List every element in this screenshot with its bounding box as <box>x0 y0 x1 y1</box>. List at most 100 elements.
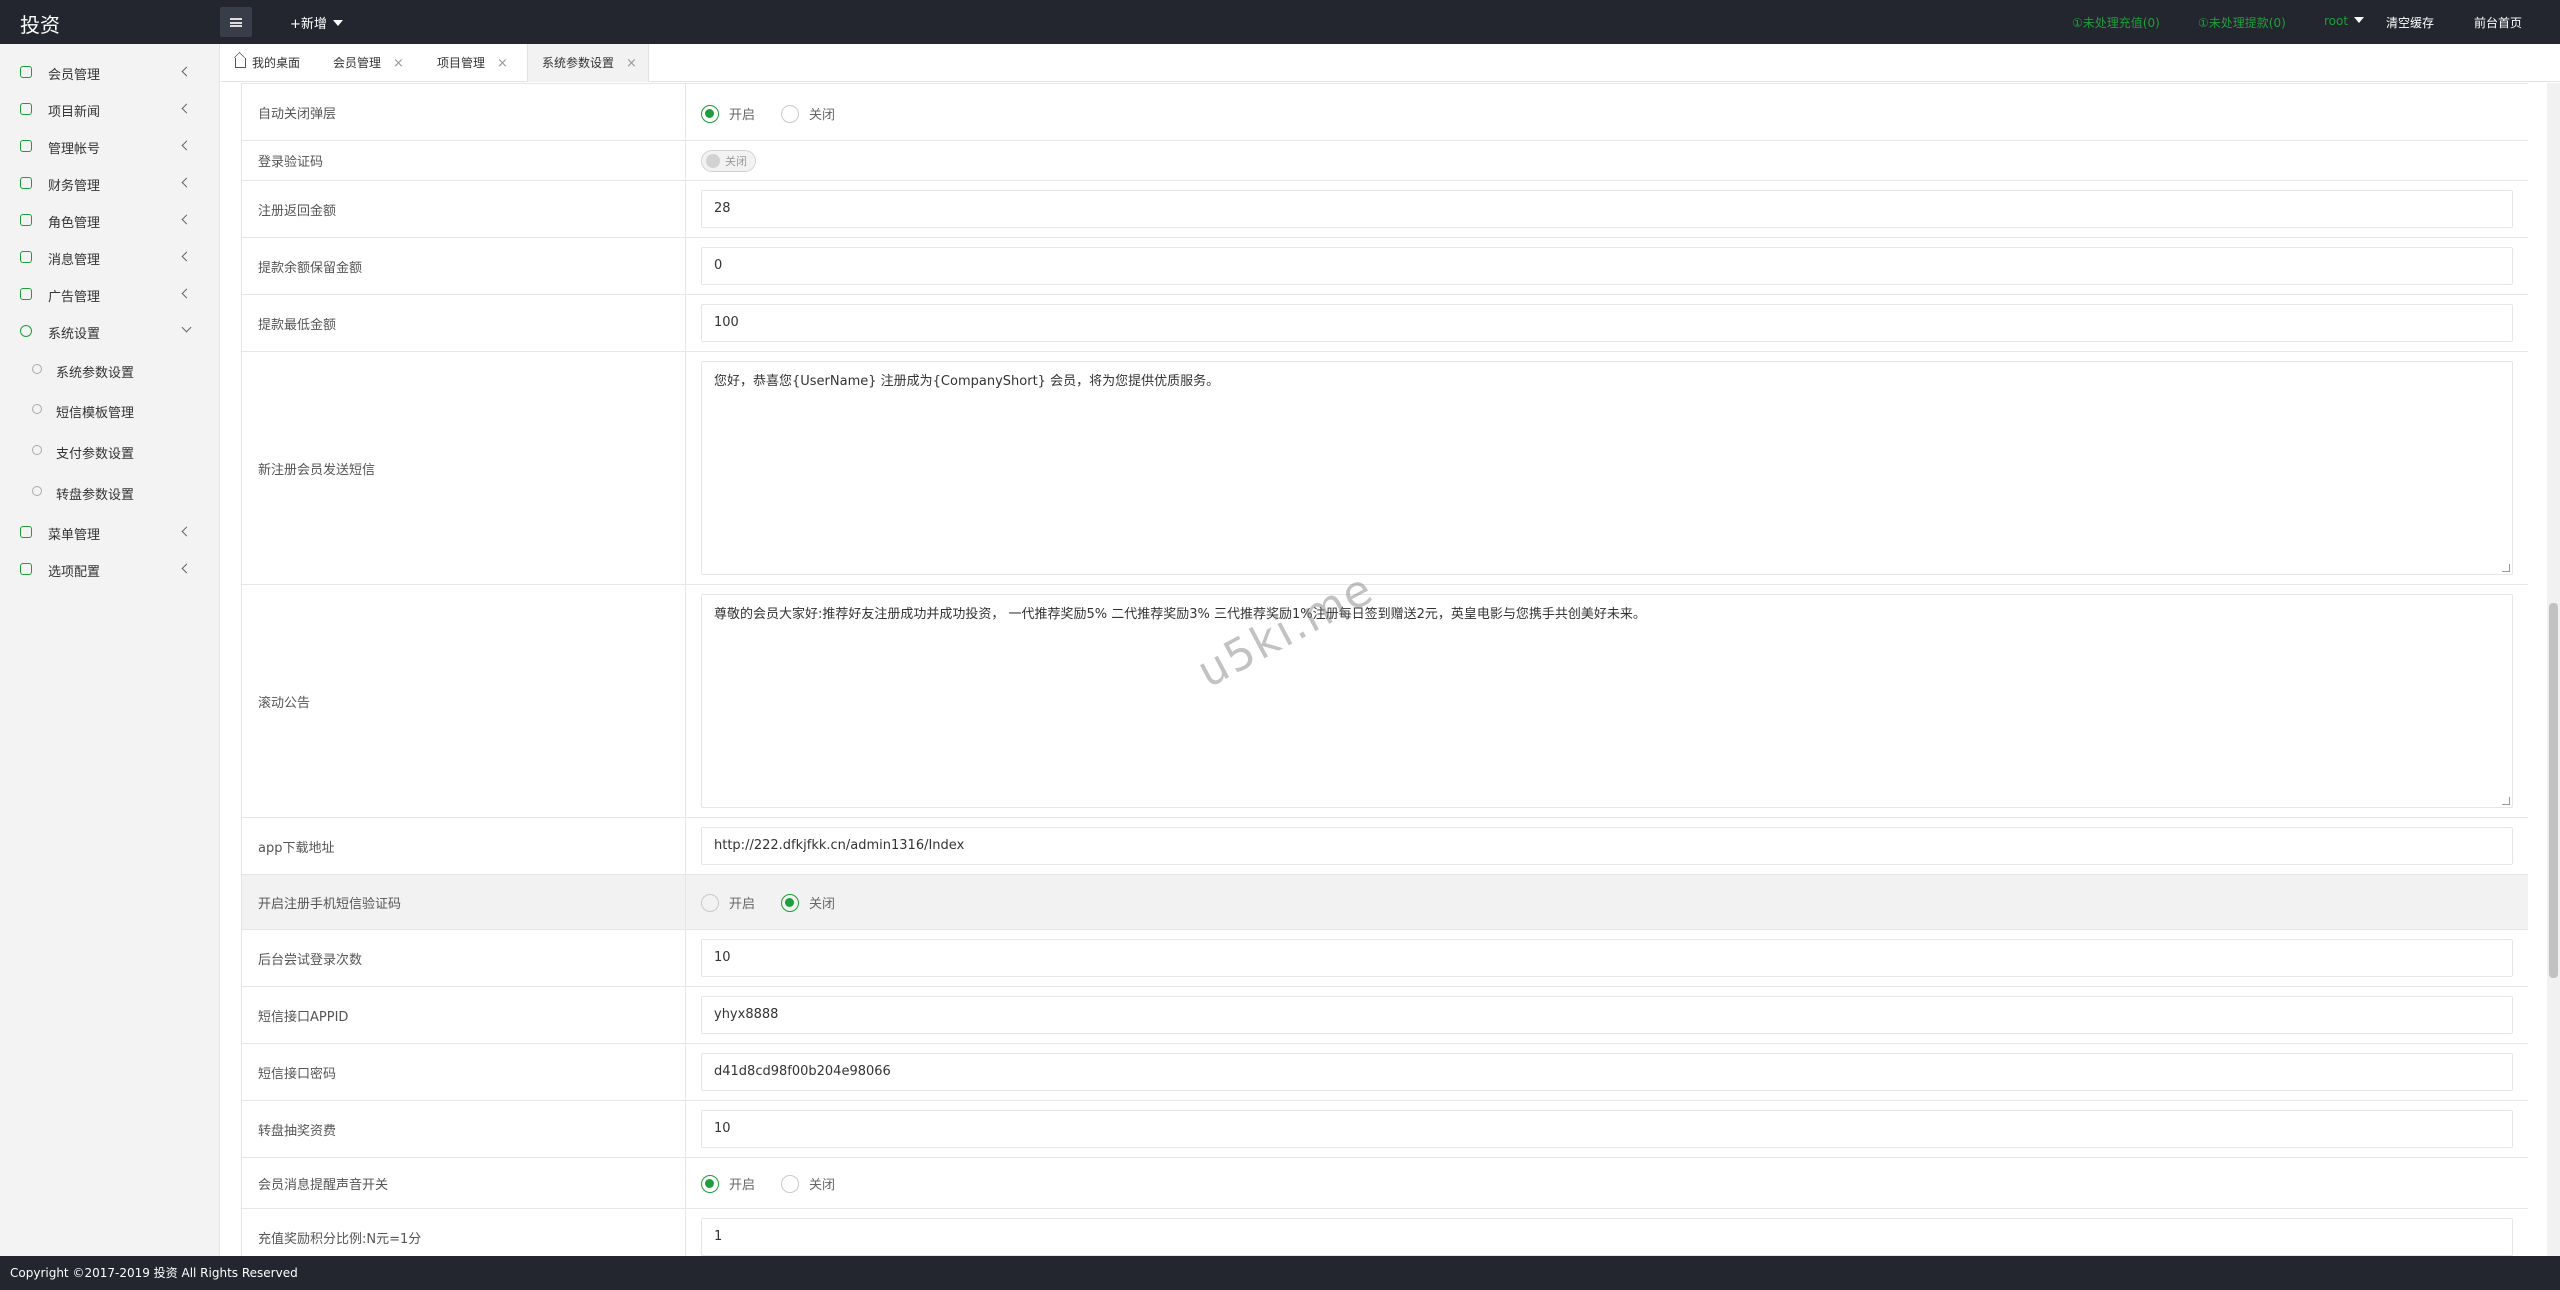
tab-members[interactable]: 会员管理 × <box>319 44 423 82</box>
field-label: 后台尝试登录次数 <box>241 930 686 986</box>
user-name: root <box>2324 14 2349 28</box>
field-label: 转盘抽奖资费 <box>241 1101 686 1157</box>
msg-sound-on-radio[interactable]: 开启 <box>701 1174 755 1193</box>
tab-projects[interactable]: 项目管理 × <box>423 44 527 82</box>
row-sms-appid: 短信接口APPID yhyx8888 <box>241 987 2528 1044</box>
switch-label: 关闭 <box>725 155 747 168</box>
login-captcha-switch[interactable]: 关闭 <box>701 150 756 172</box>
field-label: 开启注册手机短信验证码 <box>241 875 686 929</box>
withdraw-min-input[interactable]: 100 <box>701 304 2513 342</box>
lottery-fee-input[interactable]: 10 <box>701 1110 2513 1148</box>
msg-sound-off-radio[interactable]: 关闭 <box>781 1174 835 1193</box>
radio-checked-icon <box>701 1174 719 1193</box>
row-login-attempts: 后台尝试登录次数 10 <box>241 930 2528 987</box>
register-sms-verify-off-radio[interactable]: 关闭 <box>781 893 835 912</box>
sidebar-item-system[interactable]: 系统设置 <box>0 313 220 350</box>
resize-grip-icon[interactable] <box>2502 797 2510 805</box>
recharge-points-input[interactable]: 1 <box>701 1218 2513 1256</box>
user-menu[interactable]: root <box>2324 14 2365 28</box>
sidebar-sub-system-params[interactable]: 系统参数设置 <box>0 350 220 390</box>
sidebar-item-messages[interactable]: 消息管理 <box>0 239 220 276</box>
sidebar-item-label: 系统设置 <box>48 327 101 342</box>
content-scrollbar[interactable] <box>2547 83 2560 1256</box>
book-icon <box>20 103 32 115</box>
sms-password-input[interactable]: d41d8cd98f00b204e98066 <box>701 1053 2513 1091</box>
radio-unchecked-icon <box>781 104 800 123</box>
tools-icon <box>20 563 32 575</box>
register-bonus-input[interactable]: 28 <box>701 190 2513 228</box>
scrollbar-thumb[interactable] <box>2549 603 2558 978</box>
tab-system-params[interactable]: 系统参数设置 × <box>527 44 649 82</box>
sidebar-item-ads[interactable]: 广告管理 <box>0 276 220 313</box>
field-label: 短信接口APPID <box>241 987 686 1043</box>
sidebar-item-news[interactable]: 项目新闻 <box>0 91 220 128</box>
row-sms-password: 短信接口密码 d41d8cd98f00b204e98066 <box>241 1044 2528 1101</box>
sidebar-item-label: 财务管理 <box>48 179 101 194</box>
sidebar-sub-label: 支付参数设置 <box>56 447 135 462</box>
sidebar-item-menus[interactable]: 菜单管理 <box>0 514 220 551</box>
sidebar-sub-payment-params[interactable]: 支付参数设置 <box>0 431 220 471</box>
caret-down-icon <box>2354 17 2365 23</box>
field-label: 登录验证码 <box>241 141 686 180</box>
scroll-notice-textarea[interactable]: 尊敬的会员大家好:推荐好友注册成功并成功投资， 一代推荐奖励5% 二代推荐奖励3… <box>701 594 2513 808</box>
withdraw-reserve-input[interactable]: 0 <box>701 247 2513 285</box>
field-label: 短信接口密码 <box>241 1044 686 1100</box>
radio-unchecked-icon <box>781 1174 800 1193</box>
app-download-input[interactable]: http://222.dfkjfkk.cn/admin1316/Index <box>701 827 2513 865</box>
pending-withdraw-link[interactable]: ①未处理提款(0) <box>2198 14 2286 31</box>
clock-icon <box>32 486 42 496</box>
app-logo[interactable]: 投资 <box>20 9 60 38</box>
login-attempts-input[interactable]: 10 <box>701 939 2513 977</box>
sidebar-item-accounts[interactable]: 管理帐号 <box>0 128 220 165</box>
radio-label: 关闭 <box>809 1178 836 1193</box>
sidebar-sub-label: 短信模板管理 <box>56 406 135 421</box>
sidebar-item-finance[interactable]: 财务管理 <box>0 165 220 202</box>
chevron-left-icon <box>181 526 192 537</box>
close-icon[interactable]: × <box>497 56 508 71</box>
chevron-left-icon <box>181 140 192 151</box>
row-register-sms-verify: 开启注册手机短信验证码 开启 关闭 <box>241 875 2528 930</box>
grid-icon <box>20 526 32 538</box>
field-label: 充值奖励积分比例:N元=1分 <box>241 1209 686 1256</box>
circle-dot-icon <box>32 445 42 455</box>
auto-close-off-radio[interactable]: 关闭 <box>781 104 835 123</box>
shield-icon <box>20 214 32 226</box>
row-withdraw-min: 提款最低金额 100 <box>241 295 2528 352</box>
field-label: 自动关闭弹层 <box>241 84 686 140</box>
clear-cache-link[interactable]: 清空缓存 <box>2386 14 2434 31</box>
sidebar-sub-sms-templates[interactable]: 短信模板管理 <box>0 390 220 430</box>
textarea-text: 您好，恭喜您{UserName} 注册成为{CompanyShort} 会员，将… <box>714 374 1220 389</box>
radio-label: 开启 <box>729 108 756 123</box>
sidebar-item-members[interactable]: 会员管理 <box>0 54 220 91</box>
radio-label: 开启 <box>729 897 756 912</box>
menu-toggle-button[interactable] <box>220 7 252 37</box>
sidebar-item-options[interactable]: 选项配置 <box>0 551 220 588</box>
resize-grip-icon[interactable] <box>2502 564 2510 572</box>
tab-bar: 我的桌面 会员管理 × 项目管理 × 系统参数设置 × <box>221 44 2560 82</box>
row-auto-close: 自动关闭弹层 开启 关闭 <box>241 83 2528 141</box>
pending-recharge-link[interactable]: ①未处理充值(0) <box>2072 14 2160 31</box>
sidebar-item-label: 项目新闻 <box>48 105 101 120</box>
register-sms-verify-on-radio[interactable]: 开启 <box>701 893 755 912</box>
gear-icon <box>20 325 32 337</box>
radio-label: 开启 <box>729 1178 756 1193</box>
tab-desktop[interactable]: 我的桌面 <box>221 44 319 82</box>
field-label: 提款最低金额 <box>241 295 686 351</box>
sidebar-item-roles[interactable]: 角色管理 <box>0 202 220 239</box>
radio-label: 关闭 <box>809 897 836 912</box>
new-member-sms-textarea[interactable]: 您好，恭喜您{UserName} 注册成为{CompanyShort} 会员，将… <box>701 361 2513 575</box>
close-icon[interactable]: × <box>393 56 404 71</box>
close-icon[interactable]: × <box>626 56 637 71</box>
sms-appid-input[interactable]: yhyx8888 <box>701 996 2513 1034</box>
sidebar-item-label: 会员管理 <box>48 68 101 83</box>
tab-label: 我的桌面 <box>252 56 301 70</box>
new-dropdown-button[interactable]: +新增 <box>290 13 343 32</box>
gear-icon <box>32 364 42 374</box>
field-label: app下载地址 <box>241 818 686 874</box>
auto-close-on-radio[interactable]: 开启 <box>701 104 755 123</box>
sidebar-sub-lottery-params[interactable]: 转盘参数设置 <box>0 472 220 512</box>
radio-checked-icon <box>701 104 719 123</box>
row-msg-sound: 会员消息提醒声音开关 开启 关闭 <box>241 1158 2528 1209</box>
front-home-link[interactable]: 前台首页 <box>2474 14 2522 31</box>
row-new-member-sms: 新注册会员发送短信 您好，恭喜您{UserName} 注册成为{CompanyS… <box>241 352 2528 585</box>
